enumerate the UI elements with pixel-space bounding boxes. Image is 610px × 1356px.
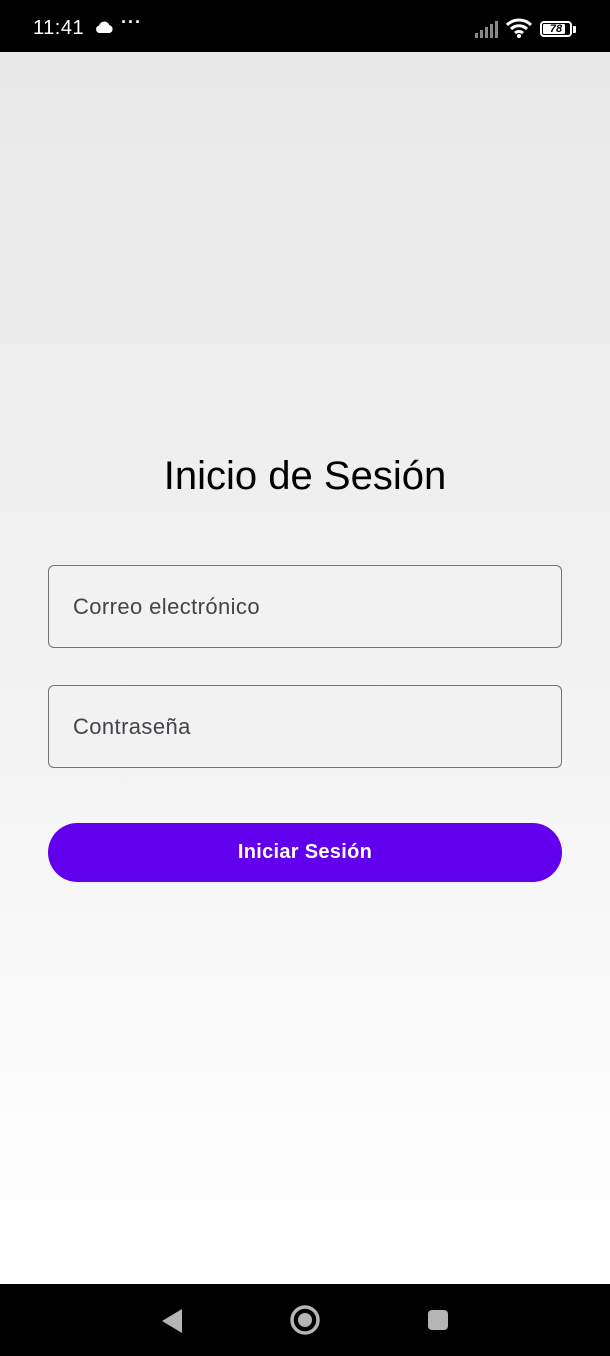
overflow-dots-icon: ··· <box>121 12 142 32</box>
signal-icon <box>474 20 500 43</box>
home-icon[interactable] <box>289 1304 321 1341</box>
battery-icon: 78 <box>540 21 572 37</box>
status-bar: 11:41 ··· 78 <box>0 0 610 52</box>
login-screen: 11:41 ··· 78 Inicio de Sesión Correo ele… <box>0 0 610 1356</box>
password-field[interactable] <box>48 685 562 768</box>
recents-icon[interactable] <box>427 1309 449 1336</box>
battery-level: 78 <box>549 23 563 35</box>
cloud-icon <box>94 21 114 39</box>
email-field[interactable] <box>48 565 562 648</box>
login-button[interactable]: Iniciar Sesión <box>48 823 562 882</box>
status-time: 11:41 <box>33 17 85 39</box>
back-icon[interactable] <box>160 1308 184 1339</box>
battery-cap <box>573 26 576 33</box>
wifi-icon <box>505 18 533 43</box>
navigation-bar <box>0 1284 610 1356</box>
login-form: Inicio de Sesión Iniciar Sesión <box>0 52 610 1284</box>
page-title: Inicio de Sesión <box>163 454 447 498</box>
